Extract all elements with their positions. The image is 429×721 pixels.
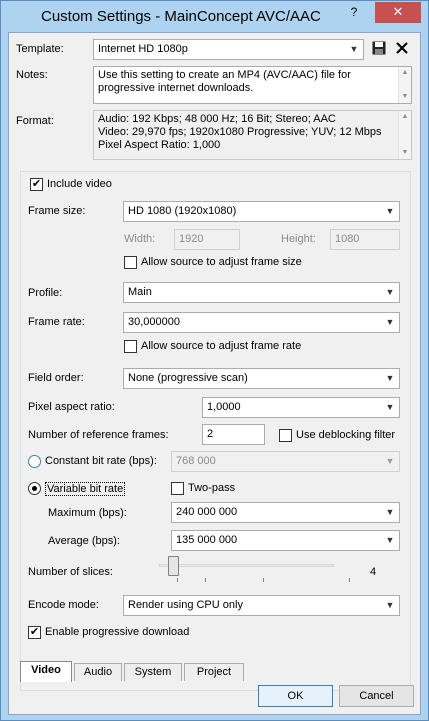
cancel-button[interactable]: Cancel [339,685,414,707]
frame-size-label: Frame size: [28,205,86,217]
vbr-label[interactable]: Variable bit rate [45,482,126,496]
pixel-aspect-label: Pixel aspect ratio: [28,401,115,413]
pixel-aspect-value: 1,0000 [207,401,241,413]
frame-rate-combobox[interactable]: 30,000000 ▼ [123,312,400,333]
scroll-up-icon[interactable]: ▲ [399,67,411,79]
encode-mode-dropdown[interactable]: Render using CPU only ▼ [123,595,400,616]
two-pass-label[interactable]: Two-pass [188,482,235,494]
ref-frames-field[interactable]: 2 [202,424,265,445]
slider-tick [205,578,206,582]
frame-rate-value: 30,000000 [128,316,180,328]
scroll-up-icon[interactable]: ▲ [399,111,411,123]
allow-frame-rate-checkbox[interactable] [124,340,137,353]
slider-tick [177,578,178,582]
chevron-down-icon: ▼ [385,600,395,610]
frame-rate-label: Frame rate: [28,316,85,328]
template-label: Template: [16,43,64,55]
frame-size-value: HD 1080 (1920x1080) [128,205,237,217]
cbr-radio[interactable] [28,455,41,468]
slider-tick [263,578,264,582]
chevron-down-icon: ▼ [385,206,395,216]
vbr-radio[interactable] [28,482,41,495]
profile-dropdown[interactable]: Main ▼ [123,282,400,303]
template-value: Internet HD 1080p [98,43,188,55]
format-line: Pixel Aspect Ratio: 1,000 [98,139,221,151]
profile-label: Profile: [28,287,63,299]
slider-tick [349,578,350,582]
tab-audio[interactable]: Audio [74,663,122,681]
ref-frames-label: Number of reference frames: [28,429,169,441]
slices-label: Number of slices: [28,566,113,578]
template-dropdown[interactable]: Internet HD 1080p ▼ [93,39,364,60]
slices-slider-thumb[interactable] [168,556,179,576]
help-button[interactable]: ? [341,2,367,23]
progressive-download-checkbox[interactable]: ✔ [28,626,41,639]
chevron-down-icon: ▼ [385,456,395,466]
radio-dot [32,486,37,491]
format-line: Audio: 192 Kbps; 48 000 Hz; 16 Bit; Ster… [98,113,336,125]
notes-textbox[interactable]: Use this setting to create an MP4 (AVC/A… [93,66,412,104]
chevron-down-icon: ▼ [385,317,395,327]
close-button[interactable]: ✕ [375,2,421,23]
chevron-down-icon: ▼ [385,373,395,383]
tab-project[interactable]: Project [184,663,244,681]
title-bar[interactable]: Custom Settings - MainConcept AVC/AAC ? … [1,1,428,32]
deblocking-label[interactable]: Use deblocking filter [296,429,395,441]
format-line: Video: 29,970 fps; 1920x1080 Progressive… [98,126,382,138]
maximum-label: Maximum (bps): [48,507,127,519]
field-order-value: None (progressive scan) [128,372,248,384]
field-order-label: Field order: [28,372,84,384]
ok-button[interactable]: OK [258,685,333,707]
slices-value: 4 [370,566,377,578]
allow-frame-size-label[interactable]: Allow source to adjust frame size [141,256,302,268]
maximum-value: 240 000 000 [176,506,238,518]
encode-mode-label: Encode mode: [28,599,99,611]
format-scrollbar[interactable]: ▲ ▼ [398,111,411,159]
tab-video[interactable]: Video [20,661,72,682]
profile-value: Main [128,286,152,298]
notes-text: Use this setting to create an MP4 (AVC/A… [98,69,351,94]
average-value: 135 000 000 [176,534,238,546]
format-summary: Audio: 192 Kbps; 48 000 Hz; 16 Bit; Ster… [93,110,412,160]
average-combobox[interactable]: 135 000 000 ▼ [171,530,400,551]
cbr-dropdown[interactable]: 768 000 ▼ [171,451,400,472]
maximum-combobox[interactable]: 240 000 000 ▼ [171,502,400,523]
notes-scrollbar[interactable]: ▲ ▼ [398,67,411,103]
save-icon[interactable] [370,41,387,58]
chevron-down-icon: ▼ [385,507,395,517]
width-field[interactable]: 1920 [174,229,240,250]
chevron-down-icon: ▼ [385,287,395,297]
chevron-down-icon: ▼ [385,402,395,412]
scroll-down-icon[interactable]: ▼ [399,147,411,159]
window-title: Custom Settings - MainConcept AVC/AAC [41,8,321,25]
chevron-down-icon: ▼ [349,44,359,54]
cbr-value: 768 000 [176,455,216,467]
deblocking-checkbox[interactable] [279,429,292,442]
dialog-window: Custom Settings - MainConcept AVC/AAC ? … [0,0,429,721]
scroll-down-icon[interactable]: ▼ [399,91,411,103]
height-label: Height: [281,233,316,245]
pixel-aspect-combobox[interactable]: 1,0000 ▼ [202,397,400,418]
include-video-checkbox[interactable]: ✔ [30,178,43,191]
two-pass-checkbox[interactable] [171,482,184,495]
delete-icon[interactable] [393,41,410,58]
allow-frame-rate-label[interactable]: Allow source to adjust frame rate [141,340,301,352]
cbr-label[interactable]: Constant bit rate (bps): [45,455,157,467]
dialog-client-area: Template: Internet HD 1080p ▼ Notes: Use… [8,32,421,715]
field-order-dropdown[interactable]: None (progressive scan) ▼ [123,368,400,389]
progressive-download-label[interactable]: Enable progressive download [45,626,189,638]
notes-label: Notes: [16,69,48,81]
height-field[interactable]: 1080 [330,229,400,250]
chevron-down-icon: ▼ [385,535,395,545]
include-video-label[interactable]: Include video [47,178,112,190]
encode-mode-value: Render using CPU only [128,599,243,611]
width-label: Width: [124,233,156,245]
tab-system[interactable]: System [124,663,182,681]
frame-size-dropdown[interactable]: HD 1080 (1920x1080) ▼ [123,201,400,222]
format-label: Format: [16,115,54,127]
average-label: Average (bps): [48,535,120,547]
slices-slider-track[interactable] [159,564,334,567]
allow-frame-size-checkbox[interactable] [124,256,137,269]
